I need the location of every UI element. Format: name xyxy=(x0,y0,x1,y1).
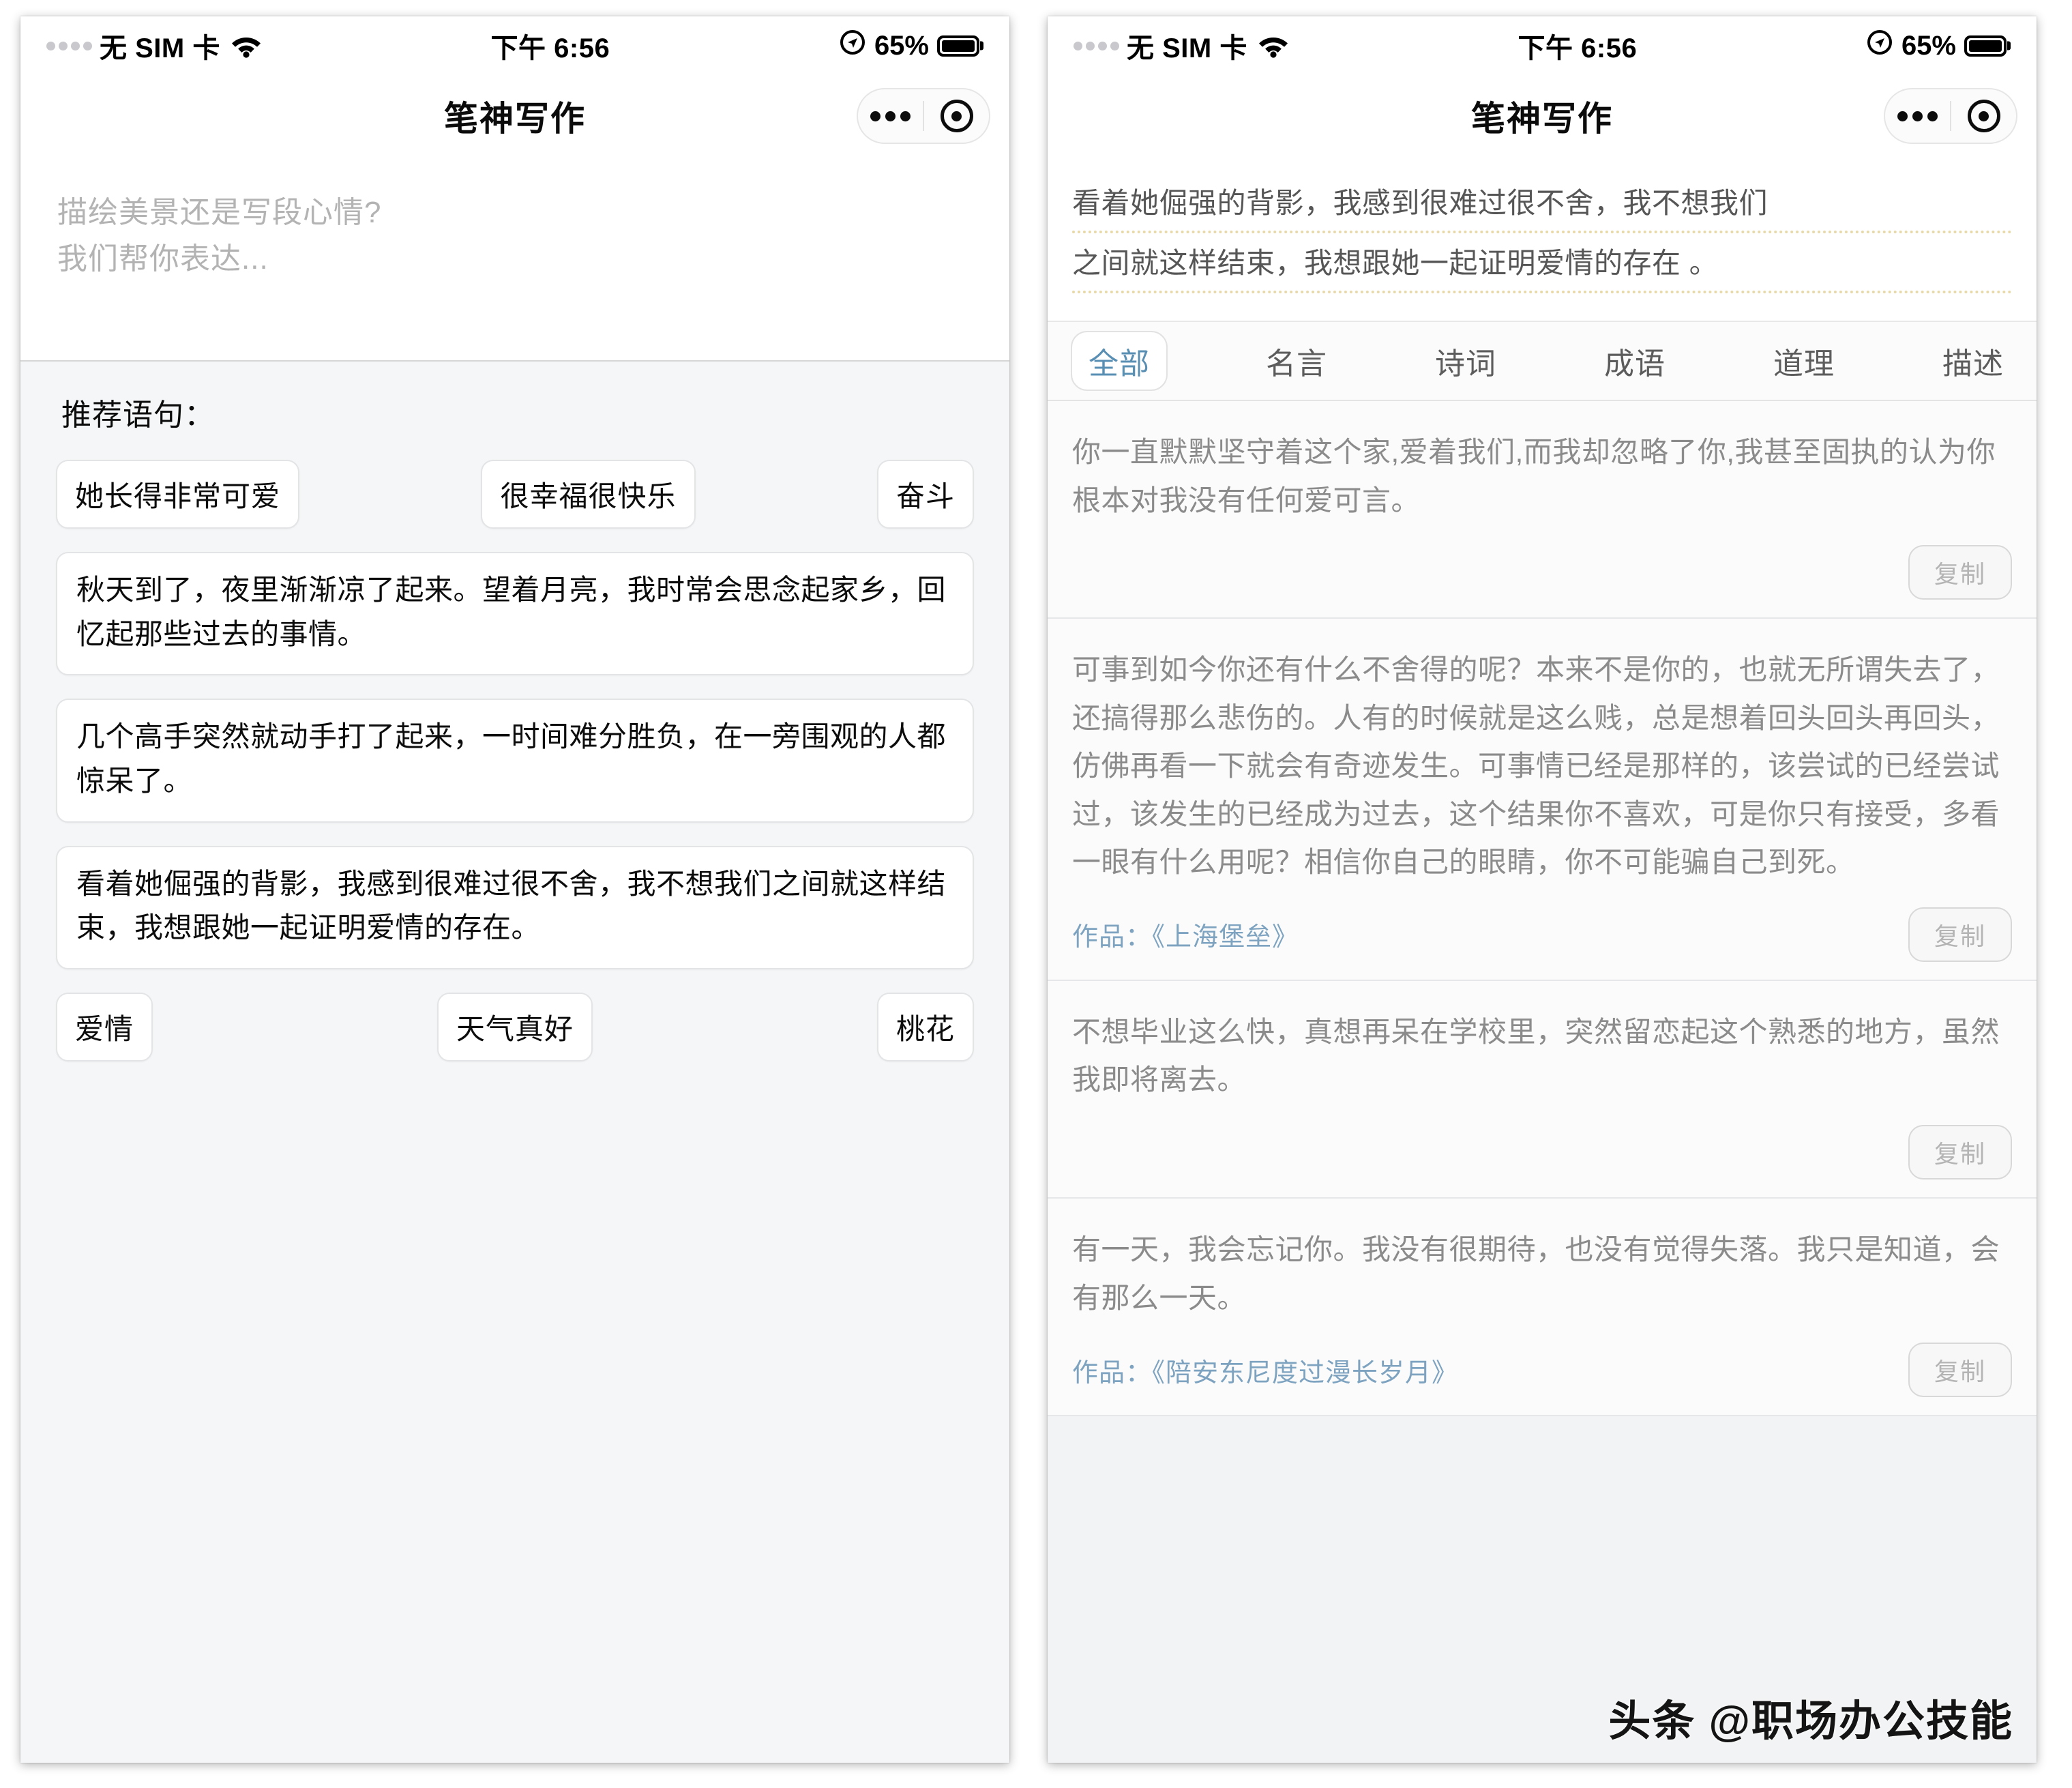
wifi-icon xyxy=(1258,34,1289,58)
phone-screen-right: 无 SIM 卡 下午 6:56 65% 笔神写作 看着她倔强的背影，我感到很难过… xyxy=(1048,16,2037,1763)
more-dots-icon xyxy=(1897,111,1938,121)
clock-label: 下午 6:56 xyxy=(1518,33,1638,63)
battery-icon xyxy=(1964,35,2007,57)
signal-dots-icon xyxy=(46,41,92,50)
carrier-label: 无 SIM 卡 xyxy=(1127,33,1247,63)
result-card-footer: 作品：《上海堡垒》 复制 xyxy=(1072,907,2012,962)
compose-placeholder-line-1: 描绘美景还是写段心情? xyxy=(57,196,382,229)
miniprogram-capsule xyxy=(857,88,990,144)
suggestion-sentence-card[interactable]: 几个高手突然就动手打了起来，一时间难分胜负，在一旁围观的人都惊呆了。 xyxy=(56,699,974,823)
result-card[interactable]: 不想毕业这么快，真想再呆在学校里，突然留恋起这个熟悉的地方，虽然我即将离去。 复… xyxy=(1048,980,2037,1199)
clock-label: 下午 6:56 xyxy=(490,33,610,63)
category-tabbar: 全部 名言 诗词 成语 道理 描述 xyxy=(1048,322,2037,402)
signal-dots-icon xyxy=(1074,41,1119,50)
suggestion-sentence-card[interactable]: 秋天到了，夜里渐渐凉了起来。望着月亮，我时常会思念起家乡，回忆起那些过去的事情。 xyxy=(56,552,974,676)
result-card-footer: 作品：《陪安东尼度过漫长岁月》 复制 xyxy=(1072,1343,2012,1398)
suggestion-chip[interactable]: 天气真好 xyxy=(436,993,593,1062)
copy-button[interactable]: 复制 xyxy=(1908,545,2012,600)
result-card-footer: 复制 xyxy=(1072,1124,2012,1179)
phone-screen-left: 无 SIM 卡 下午 6:56 65% 笔神写作 描绘美景还是写段心情? 我们帮… xyxy=(20,16,1009,1763)
navbar-right: 笔神写作 xyxy=(1048,75,2037,157)
recommendations-panel: 推荐语句： 她长得非常可爱 很幸福很快乐 奋斗 秋天到了，夜里渐渐凉了起来。望着… xyxy=(20,362,1009,1763)
target-circle-icon xyxy=(1967,100,2000,132)
battery-icon xyxy=(937,35,979,57)
compose-placeholder-line-2: 我们帮你表达... xyxy=(57,242,269,276)
suggestion-sentence-card[interactable]: 看着她倔强的背影，我感到很难过很不舍，我不想我们之间就这样结束，我想跟她一起证明… xyxy=(56,845,974,970)
tab-idioms[interactable]: 成语 xyxy=(1595,332,1675,390)
result-card-source: 作品：《陪安东尼度过漫长岁月》 xyxy=(1072,1358,1459,1388)
tab-all[interactable]: 全部 xyxy=(1071,331,1168,392)
suggestion-chip[interactable]: 奋斗 xyxy=(876,460,974,529)
result-card-text: 你一直默默坚守着这个家,爱着我们,而我却忽略了你,我甚至固执的认为你根本对我没有… xyxy=(1072,436,1996,516)
page-title: 笔神写作 xyxy=(1471,100,1613,138)
status-bar-right-group: 65% xyxy=(1866,29,2007,63)
tab-quotes[interactable]: 名言 xyxy=(1256,332,1337,390)
result-card-text: 不想毕业这么快，真想再呆在学校里，突然留恋起这个熟悉的地方，虽然我即将离去。 xyxy=(1072,1015,2000,1096)
miniprogram-capsule xyxy=(1884,88,2017,144)
navbar-left: 笔神写作 xyxy=(20,75,1009,157)
location-icon xyxy=(839,29,866,63)
status-bar-right: 无 SIM 卡 下午 6:56 65% xyxy=(1048,16,2037,75)
chip-row-top: 她长得非常可爱 很幸福很快乐 奋斗 xyxy=(56,460,974,529)
battery-percent-label: 65% xyxy=(1901,30,1956,61)
compose-input[interactable]: 描绘美景还是写段心情? 我们帮你表达... xyxy=(20,157,1009,362)
wifi-icon xyxy=(231,34,262,58)
status-bar-right-group: 65% xyxy=(839,29,979,63)
tab-description[interactable]: 描述 xyxy=(1933,332,2013,390)
screenshot-root: 无 SIM 卡 下午 6:56 65% 笔神写作 描绘美景还是写段心情? 我们帮… xyxy=(0,0,2072,1788)
target-circle-icon xyxy=(940,100,973,132)
suggestion-chip[interactable]: 桃花 xyxy=(876,993,974,1062)
more-button[interactable] xyxy=(1885,111,1950,121)
location-icon xyxy=(1866,29,1893,63)
copy-button[interactable]: 复制 xyxy=(1908,1124,2012,1179)
result-card-footer: 复制 xyxy=(1072,545,2012,600)
suggestion-chip[interactable]: 爱情 xyxy=(56,993,153,1062)
suggestion-chip[interactable]: 她长得非常可爱 xyxy=(56,460,300,529)
compose-text-line-2: 之间就这样结束，我想跟她一起证明爱情的存在 。 xyxy=(1072,240,2012,294)
chip-row-bottom: 爱情 天气真好 桃花 xyxy=(56,993,974,1062)
close-button[interactable] xyxy=(924,100,989,132)
page-title: 笔神写作 xyxy=(444,100,586,138)
result-card[interactable]: 可事到如今你还有什么不舍得的呢？本来不是你的，也就无所谓失去了，还搞得那么悲伤的… xyxy=(1048,619,2037,981)
tab-poetry[interactable]: 诗词 xyxy=(1425,332,1506,390)
watermark: 头条 @职场办公技能 xyxy=(1608,1698,2013,1745)
tab-reason[interactable]: 道理 xyxy=(1764,332,1844,390)
recommend-label: 推荐语句： xyxy=(61,398,215,432)
carrier-label: 无 SIM 卡 xyxy=(100,33,220,63)
copy-button[interactable]: 复制 xyxy=(1908,1343,2012,1398)
results-list[interactable]: 你一直默默坚守着这个家,爱着我们,而我却忽略了你,我甚至固执的认为你根本对我没有… xyxy=(1048,401,2037,1763)
close-button[interactable] xyxy=(1951,100,2016,132)
more-button[interactable] xyxy=(858,111,923,121)
compose-input-filled[interactable]: 看着她倔强的背影，我感到很难过很不舍，我不想我们 之间就这样结束，我想跟她一起证… xyxy=(1048,157,2037,323)
battery-percent-label: 65% xyxy=(874,30,929,61)
status-bar-left: 无 SIM 卡 下午 6:56 65% xyxy=(20,16,1009,75)
compose-text-line-1: 看着她倔强的背影，我感到很难过很不舍，我不想我们 xyxy=(1072,180,2012,234)
more-dots-icon xyxy=(870,111,911,121)
result-card-source: 作品：《上海堡垒》 xyxy=(1072,923,1299,952)
status-bar-left-group: 无 SIM 卡 xyxy=(1074,26,1289,65)
result-card-text: 有一天，我会忘记你。我没有很期待，也没有觉得失落。我只是知道，会有那么一天。 xyxy=(1072,1233,2000,1314)
result-card-text: 可事到如今你还有什么不舍得的呢？本来不是你的，也就无所谓失去了，还搞得那么悲伤的… xyxy=(1072,654,2000,879)
result-card[interactable]: 有一天，我会忘记你。我没有很期待，也没有觉得失落。我只是知道，会有那么一天。 作… xyxy=(1048,1198,2037,1417)
result-card[interactable]: 你一直默默坚守着这个家,爱着我们,而我却忽略了你,我甚至固执的认为你根本对我没有… xyxy=(1048,401,2037,619)
status-bar-left-group: 无 SIM 卡 xyxy=(46,26,262,65)
copy-button[interactable]: 复制 xyxy=(1908,907,2012,962)
suggestion-chip[interactable]: 很幸福很快乐 xyxy=(481,460,696,529)
